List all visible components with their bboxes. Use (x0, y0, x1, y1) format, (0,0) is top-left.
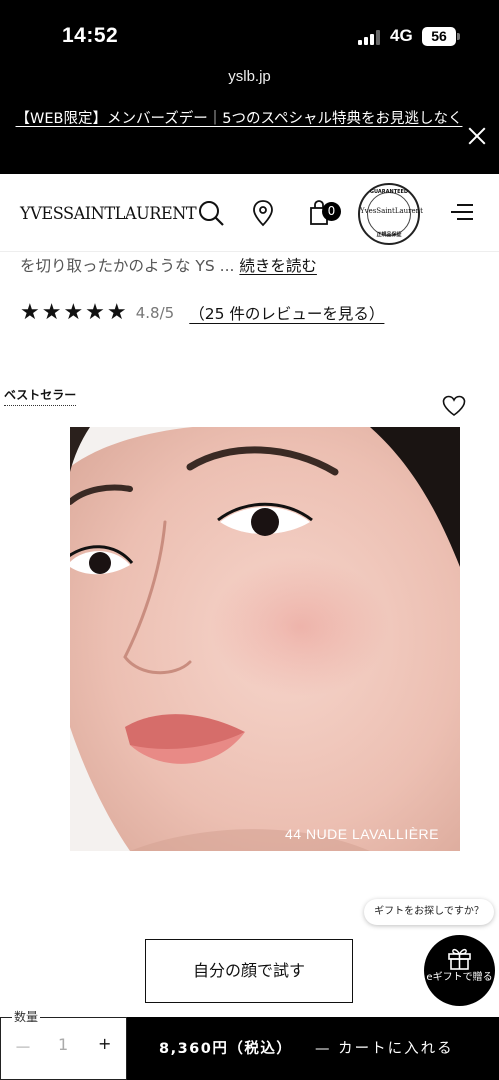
cart-count-badge[interactable]: 0 (322, 202, 341, 221)
model-face-illustration (70, 427, 460, 851)
egift-label: eギフトで贈る (426, 972, 493, 983)
status-time: 14:52 (62, 24, 119, 47)
brand-logo[interactable]: YVESSAINTLAURENT (20, 204, 197, 224)
promo-text[interactable]: 【WEB限定】メンバーズデー｜5つのスペシャル特典をお見逃しなく (16, 111, 463, 127)
seal-bottom-text: 正規品保証 (376, 232, 402, 238)
status-bar: 14:52 4G 56 (0, 0, 499, 60)
seal-logo-text: YvesSaintLaurent (360, 207, 423, 215)
authenticity-seal: GUARANTEED YvesSaintLaurent 正規品保証 (358, 183, 423, 245)
reviews-link[interactable]: （25 件のレビューを見る） (189, 302, 384, 324)
price-label: 8,360円（税込） (159, 1041, 293, 1057)
star-rating-icon: ★★★★★ (20, 300, 129, 325)
location-pin-icon[interactable] (248, 198, 278, 228)
egift-button[interactable]: eギフトで贈る (424, 935, 495, 1006)
rating-row: ★★★★★ 4.8/5 （25 件のレビューを見る） (20, 300, 384, 326)
add-to-cart-label: — カートに入れる (315, 1041, 454, 1057)
quantity-label: 数量 (12, 1008, 41, 1025)
quantity-decrease-button[interactable]: － (14, 1034, 32, 1060)
browser-url[interactable]: yslb.jp (0, 68, 499, 85)
virtual-try-on-button[interactable]: 自分の顔で試す (145, 939, 353, 1003)
promo-banner[interactable]: 【WEB限定】メンバーズデー｜5つのスペシャル特典をお見逃しなく (14, 108, 464, 130)
signal-icon (358, 30, 382, 45)
bestseller-badge: ベストセラー (4, 386, 77, 406)
description-snippet: を切り取ったかのような YS ... (20, 257, 235, 275)
product-model-image[interactable] (70, 427, 460, 851)
product-description: を切り取ったかのような YS ... 続きを読む (20, 254, 317, 276)
shade-name-label: 44 NUDE LAVALLIÈRE (285, 826, 439, 842)
quantity-increase-button[interactable]: + (98, 1034, 111, 1053)
hamburger-menu-icon[interactable] (449, 204, 473, 222)
add-to-cart-button[interactable]: 8,360円（税込） — カートに入れる (127, 1017, 499, 1080)
site-header: YVESSAINTLAURENT 0 GUARANTEED YvesSaintL… (0, 174, 499, 252)
gift-prompt-bubble[interactable]: ギフトをお探しですか？ (364, 899, 494, 925)
quantity-value[interactable]: 1 (58, 1035, 68, 1054)
search-icon[interactable] (196, 198, 226, 228)
network-type: 4G (390, 26, 413, 45)
top-black-area: 14:52 4G 56 yslb.jp 【WEB限定】メンバーズデー｜5つのスペ… (0, 0, 499, 174)
read-more-link[interactable]: 続きを読む (239, 257, 317, 275)
close-icon[interactable] (466, 125, 488, 147)
battery-icon: 56 (422, 27, 460, 46)
rating-score: 4.8/5 (135, 303, 175, 322)
gift-icon (448, 948, 471, 970)
seal-top-text: GUARANTEED (369, 189, 409, 195)
wishlist-heart-icon[interactable] (441, 394, 467, 418)
